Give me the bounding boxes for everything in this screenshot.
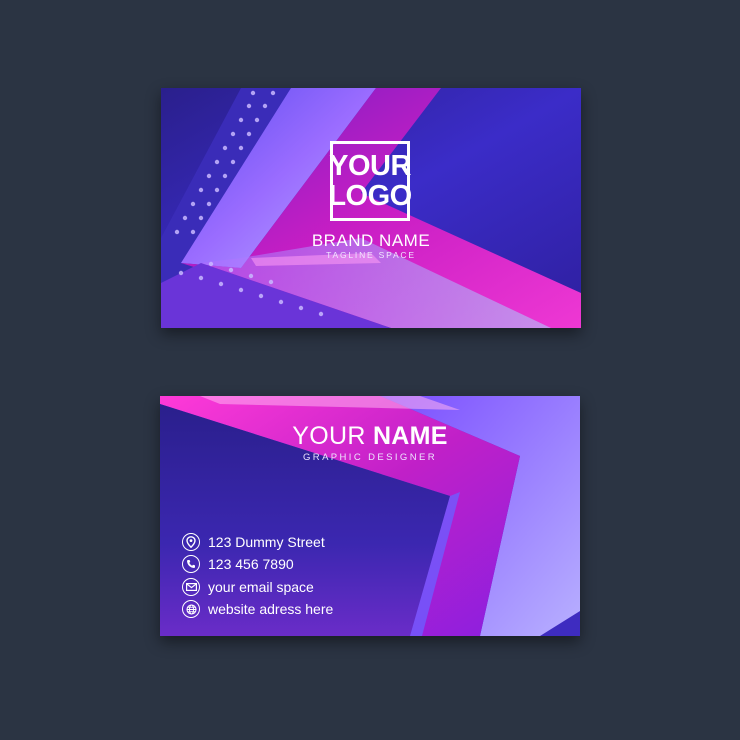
phone-text: 123 456 7890 bbox=[208, 556, 294, 572]
email-text: your email space bbox=[208, 579, 314, 595]
business-card-back: YOUR NAME GRAPHIC DESIGNER 123 Dummy Str… bbox=[160, 396, 580, 636]
phone-icon bbox=[182, 555, 200, 573]
logo-line-1: YOUR bbox=[329, 150, 411, 182]
website-text: website adress here bbox=[208, 601, 334, 617]
address-text: 123 Dummy Street bbox=[208, 534, 325, 550]
logo-line-2: LOGO bbox=[328, 180, 412, 212]
contact-row-phone: 123 456 7890 bbox=[182, 554, 294, 574]
logo-placeholder: YOUR LOGO bbox=[328, 141, 412, 221]
contact-row-website: website adress here bbox=[182, 599, 333, 619]
email-icon bbox=[182, 578, 200, 596]
contact-row-email: your email space bbox=[182, 577, 314, 597]
tagline: TAGLINE SPACE bbox=[326, 250, 416, 260]
contact-row-address: 123 Dummy Street bbox=[182, 532, 325, 552]
name-first: YOUR bbox=[292, 422, 366, 450]
name-last: NAME bbox=[372, 422, 448, 450]
person-name: YOUR NAME bbox=[250, 422, 490, 451]
location-pin-icon bbox=[182, 533, 200, 551]
brand-name: BRAND NAME bbox=[311, 231, 431, 250]
job-title: GRAPHIC DESIGNER bbox=[303, 452, 437, 463]
business-card-front: YOUR LOGO BRAND NAME TAGLINE SPACE bbox=[161, 88, 581, 328]
globe-icon bbox=[182, 600, 200, 618]
